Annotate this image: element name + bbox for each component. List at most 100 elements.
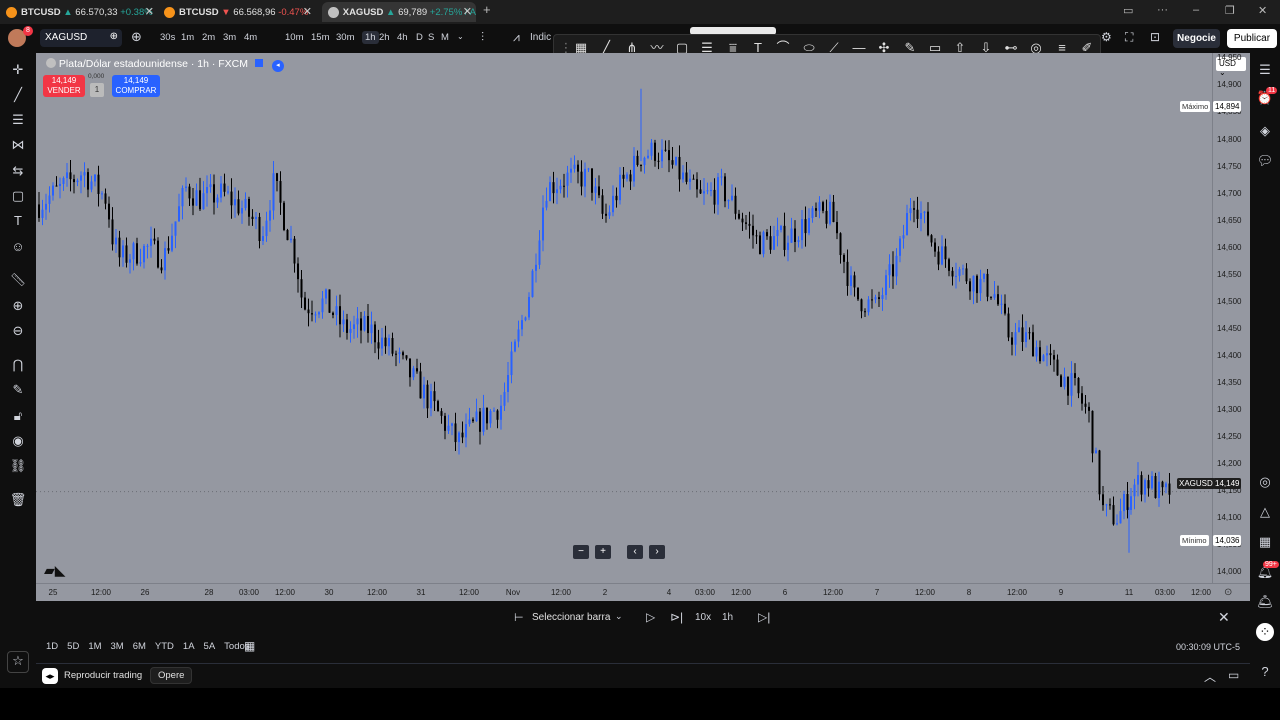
zoom-in-button[interactable]: + (595, 545, 611, 559)
lock-icon[interactable]: 🔓︎ (9, 407, 27, 425)
text-tool-icon[interactable]: T (9, 212, 27, 230)
timeframe-4h[interactable]: 4h (397, 32, 408, 43)
chevron-down-icon[interactable]: ⌄ (615, 611, 623, 622)
timeframe-1m[interactable]: 1m (181, 32, 194, 43)
publish-button[interactable]: Publicar (1227, 29, 1277, 48)
browser-tab-btcusd-2[interactable]: BTCUSD ▼ 66.568,96 -0.47% ✕ (164, 2, 316, 22)
chat-icon[interactable]: 💬︎ (1256, 152, 1274, 170)
zoom-in-icon[interactable]: ⊕ (9, 297, 27, 315)
ideas-icon[interactable]: △ (1256, 503, 1274, 521)
jump-to-realtime-icon[interactable]: ▷| (758, 610, 770, 624)
maximize-icon[interactable]: ❐ (1225, 4, 1235, 17)
close-replay-icon[interactable]: ✕ (1218, 609, 1230, 626)
speed-button[interactable]: 10x (695, 612, 711, 623)
trade-tab[interactable]: Opere (150, 667, 193, 684)
calendar-icon[interactable]: ▦ (1256, 533, 1274, 551)
target-icon[interactable]: ◎ (1256, 473, 1274, 491)
range-5a[interactable]: 5A (204, 641, 216, 652)
trend-line-icon[interactable]: ╱ (9, 86, 27, 104)
timeframe-1h[interactable]: 1h (362, 31, 379, 44)
prediction-icon[interactable]: ⇆ (9, 162, 27, 180)
stay-drawing-icon[interactable]: ✎ (9, 381, 27, 399)
bar-style-icon[interactable]: ⫶ (481, 30, 484, 45)
time-axis[interactable]: ⊙ 25 12:00 26 28 03:00 12:00 30 12:00 31 12:00 Nov… (36, 583, 1250, 601)
range-5d[interactable]: 5D (67, 641, 79, 652)
star-icon[interactable]: ☆ (7, 651, 29, 673)
pattern-icon[interactable]: ⋈ (9, 136, 27, 154)
zoom-out-icon[interactable]: ⊖ (9, 322, 27, 340)
bell-icon[interactable]: 🛎︎ (1256, 593, 1274, 611)
symbol-search[interactable]: XAGUSD ⊕ (40, 29, 122, 47)
zoom-out-button[interactable]: − (573, 545, 589, 559)
interval-button[interactable]: 1h (722, 612, 733, 623)
clock-label[interactable]: 00:30:09 UTC-5 (1176, 642, 1240, 652)
more-icon[interactable]: ··· (1157, 4, 1168, 16)
range-ytd[interactable]: YTD (155, 641, 174, 652)
layers-icon[interactable]: ◈ (1256, 122, 1274, 140)
browser-tab-xagusd[interactable]: XAGUSD ▲ 69,789 +2.75% / A ✕ (322, 2, 476, 22)
scroll-right-button[interactable]: › (649, 545, 665, 559)
minimize-icon[interactable]: – (1193, 4, 1199, 16)
quantity-field[interactable]: 1 (90, 83, 104, 97)
sell-button[interactable]: 14,149 VENDER (43, 75, 85, 97)
indicators-icon[interactable]: ⩘ (513, 30, 520, 45)
scroll-left-button[interactable]: ‹ (627, 545, 643, 559)
gear-icon[interactable]: ⚙ (1101, 30, 1112, 44)
close-tab-icon[interactable]: ✕ (145, 5, 154, 18)
close-tab-icon[interactable]: ✕ (303, 5, 312, 18)
select-bar-button[interactable]: Seleccionar barra (532, 612, 610, 623)
new-tab-button[interactable]: + (483, 2, 491, 17)
compare-icon[interactable]: ⊕ (110, 31, 118, 42)
range-6m[interactable]: 6M (133, 641, 146, 652)
price-axis[interactable]: USD ⌄ 14,95014,90014,85014,80014,75014,7… (1212, 53, 1250, 583)
range-1m[interactable]: 1M (88, 641, 101, 652)
timeframe-15m[interactable]: 15m (311, 32, 329, 43)
range-1a[interactable]: 1A (183, 641, 195, 652)
shapes-icon[interactable]: ▢ (9, 187, 27, 205)
magnet-icon[interactable]: ⋂ (9, 356, 27, 374)
timeframe-2m[interactable]: 2m (202, 32, 215, 43)
window-close-icon[interactable]: ✕ (1258, 4, 1267, 17)
camera-icon[interactable]: ⊡ (1150, 30, 1160, 44)
replay-trading-tab[interactable]: Reproducir trading (64, 670, 142, 681)
trash-icon[interactable]: 🗑︎ (9, 491, 27, 509)
range-1d[interactable]: 1D (46, 641, 58, 652)
maximize-panel-icon[interactable]: ▭ (1228, 668, 1239, 682)
calendar-icon[interactable]: ▦ (244, 639, 255, 653)
timeframe-2h[interactable]: 2h (379, 32, 390, 43)
help-icon[interactable]: ? (1256, 663, 1274, 681)
close-tab-icon[interactable]: ✕ (463, 5, 472, 18)
replay-indicator-icon[interactable]: ◂ (271, 60, 284, 72)
indicators-button[interactable]: Indic (530, 32, 551, 43)
add-symbol-icon[interactable]: ⊕ (131, 29, 142, 45)
flag-icon[interactable] (254, 59, 263, 67)
timeframe-30s[interactable]: 30s (160, 32, 175, 43)
timeframe-3m[interactable]: 3m (223, 32, 236, 43)
range-3m[interactable]: 3M (111, 641, 124, 652)
link-icon[interactable]: ⛓ (9, 457, 27, 475)
chart-pane[interactable]: Plata/Dólar estadounidense · 1h · FXCM ◂… (36, 53, 1212, 583)
step-forward-icon[interactable]: ⊳| (670, 610, 683, 624)
chevron-down-icon[interactable]: ⌄ (457, 32, 464, 41)
ruler-icon[interactable]: 📏︎ (9, 271, 27, 289)
settings-icon[interactable]: ⊙ (1224, 587, 1232, 598)
browser-tab-btcusd-1[interactable]: BTCUSD ▲ 66.570,33 +0.38% ✕ (6, 2, 158, 22)
timeframe-D[interactable]: D (416, 32, 423, 43)
buy-button[interactable]: 14,149 COMPRAR (112, 75, 160, 97)
watchlist-icon[interactable]: ☰ (1256, 61, 1274, 79)
apps-grid-icon[interactable]: ⁘ (1256, 623, 1274, 641)
timeframe-S[interactable]: S (428, 32, 434, 43)
crosshair-icon[interactable]: ✛ (9, 61, 27, 79)
trade-button[interactable]: Negocie (1173, 29, 1220, 48)
play-icon[interactable]: ▷ (646, 610, 655, 624)
timeframe-M[interactable]: M (441, 32, 449, 43)
eye-icon[interactable]: ◉ (9, 432, 27, 450)
fullscreen-icon[interactable]: ⛶ (1125, 30, 1133, 45)
select-bar-icon[interactable]: ⊢ (514, 611, 524, 624)
timeframe-4m[interactable]: 4m (244, 32, 257, 43)
collapse-up-icon[interactable]: ︿ (1204, 668, 1216, 685)
cast-icon[interactable]: ▭ (1123, 4, 1133, 17)
fib-retracement-icon[interactable]: ☰ (9, 111, 27, 129)
emoji-icon[interactable]: ☺ (9, 238, 27, 256)
replay-trading-icon[interactable]: ◂▸ (42, 668, 58, 684)
